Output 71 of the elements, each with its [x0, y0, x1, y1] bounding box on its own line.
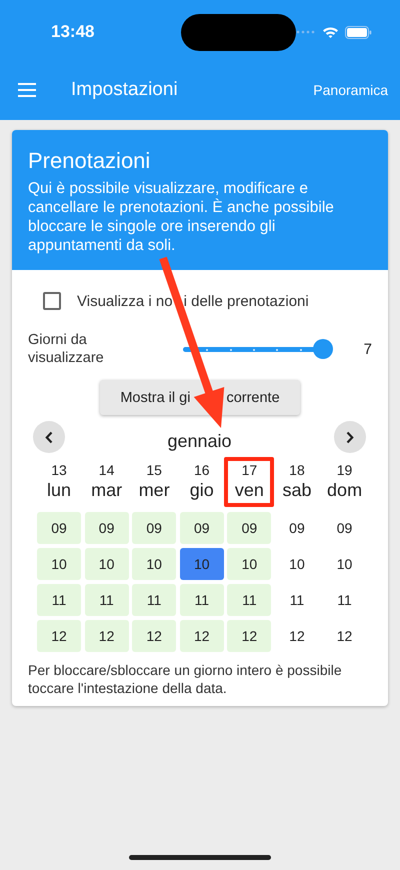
- hour-slot[interactable]: 12: [322, 620, 367, 652]
- status-time: 13:48: [51, 22, 96, 42]
- previous-button[interactable]: [33, 421, 65, 453]
- day-number: 17: [242, 462, 258, 479]
- checkbox-label: Visualizza i no: [77, 292, 173, 310]
- day-header[interactable]: 15 mer: [129, 457, 180, 507]
- hour-slot[interactable]: 11: [180, 584, 224, 616]
- card-title: Prenotazioni: [28, 148, 152, 174]
- hour-slot[interactable]: 09: [132, 512, 176, 544]
- hour-slot[interactable]: 12: [37, 620, 81, 652]
- card-description: Qui è possibile visualizzare, modificare e cancellare le prenotazioni. È anche possibile bloccare le singole ore inserendo gli appuntamenti da soli.: [28, 179, 335, 255]
- hour-slot[interactable]: 11: [274, 584, 319, 616]
- day-number: 14: [98, 462, 114, 479]
- hint-text: Per bloccare/sbloccare un giorno intero è possibile toccare l'intestazione della data.: [28, 662, 343, 697]
- hour-slot[interactable]: 11: [132, 584, 176, 616]
- checkbox[interactable]: [43, 292, 61, 310]
- day-number: 15: [146, 462, 162, 479]
- hour-slot[interactable]: 12: [274, 620, 319, 652]
- day-number: 18: [289, 462, 305, 479]
- weekday-name: mar: [91, 479, 122, 501]
- month-label: gennaio: [167, 430, 232, 452]
- slider-label: Giorni da visualizzare: [28, 331, 105, 367]
- weekday-name: ven: [234, 479, 264, 501]
- hour-slot[interactable]: 11: [37, 584, 81, 616]
- hour-slot[interactable]: 09: [227, 512, 272, 544]
- day-number: 16: [194, 462, 210, 479]
- hour-slot[interactable]: 10: [274, 548, 319, 580]
- hour-slot[interactable]: 12: [227, 620, 272, 652]
- chevron-right-icon: [346, 430, 354, 444]
- wifi-icon: [322, 26, 339, 38]
- chevron-left-icon: [45, 430, 53, 444]
- hour-slot[interactable]: 10: [132, 548, 176, 580]
- hour-slot[interactable]: 10: [84, 548, 129, 580]
- day-header[interactable]: 18 sab: [272, 457, 322, 507]
- hour-slot[interactable]: 10: [227, 548, 272, 580]
- hour-slot[interactable]: 09: [180, 512, 224, 544]
- weekday-name: sab: [282, 479, 312, 501]
- hour-slot[interactable]: 10: [37, 548, 81, 580]
- signal-icon: [296, 30, 316, 34]
- hour-slot[interactable]: 11: [227, 584, 272, 616]
- hour-slot[interactable]: 09: [274, 512, 319, 544]
- slider-value: 7: [364, 340, 372, 358]
- slider-thumb[interactable]: [313, 339, 333, 359]
- next-button[interactable]: [334, 421, 366, 453]
- day-header[interactable]: 17 ven: [224, 457, 274, 507]
- hour-slot[interactable]: 09: [84, 512, 129, 544]
- day-number: 13: [51, 462, 67, 479]
- day-header[interactable]: 13 lun: [34, 457, 84, 507]
- day-header[interactable]: 14 mar: [82, 457, 132, 507]
- show-today-button[interactable]: Mostra il gi corrente: [100, 380, 300, 415]
- weekday-name: gio: [190, 479, 214, 501]
- screen-title: Impostazioni: [71, 79, 178, 101]
- hour-slot[interactable]: 09: [322, 512, 367, 544]
- hour-slot[interactable]: 11: [84, 584, 129, 616]
- hour-slot[interactable]: 12: [180, 620, 224, 652]
- hour-slot[interactable]: 12: [132, 620, 176, 652]
- checkbox-label: i delle prenotazioni: [184, 292, 309, 310]
- hour-slot[interactable]: 12: [84, 620, 129, 652]
- day-header[interactable]: 16 gio: [176, 457, 227, 507]
- hour-slot[interactable]: 10: [322, 548, 367, 580]
- hour-slot[interactable]: 09: [37, 512, 81, 544]
- weekday-name: dom: [327, 479, 362, 501]
- hour-slot[interactable]: 10: [180, 548, 224, 580]
- menu-button[interactable]: [18, 83, 36, 97]
- weekday-name: lun: [46, 479, 72, 501]
- menu-icon: [18, 83, 36, 97]
- weekday-name: mer: [138, 479, 170, 501]
- day-number: 19: [336, 462, 352, 479]
- battery-icon: [345, 26, 372, 38]
- day-header[interactable]: 19 dom: [320, 457, 370, 507]
- hour-slot[interactable]: 11: [322, 584, 367, 616]
